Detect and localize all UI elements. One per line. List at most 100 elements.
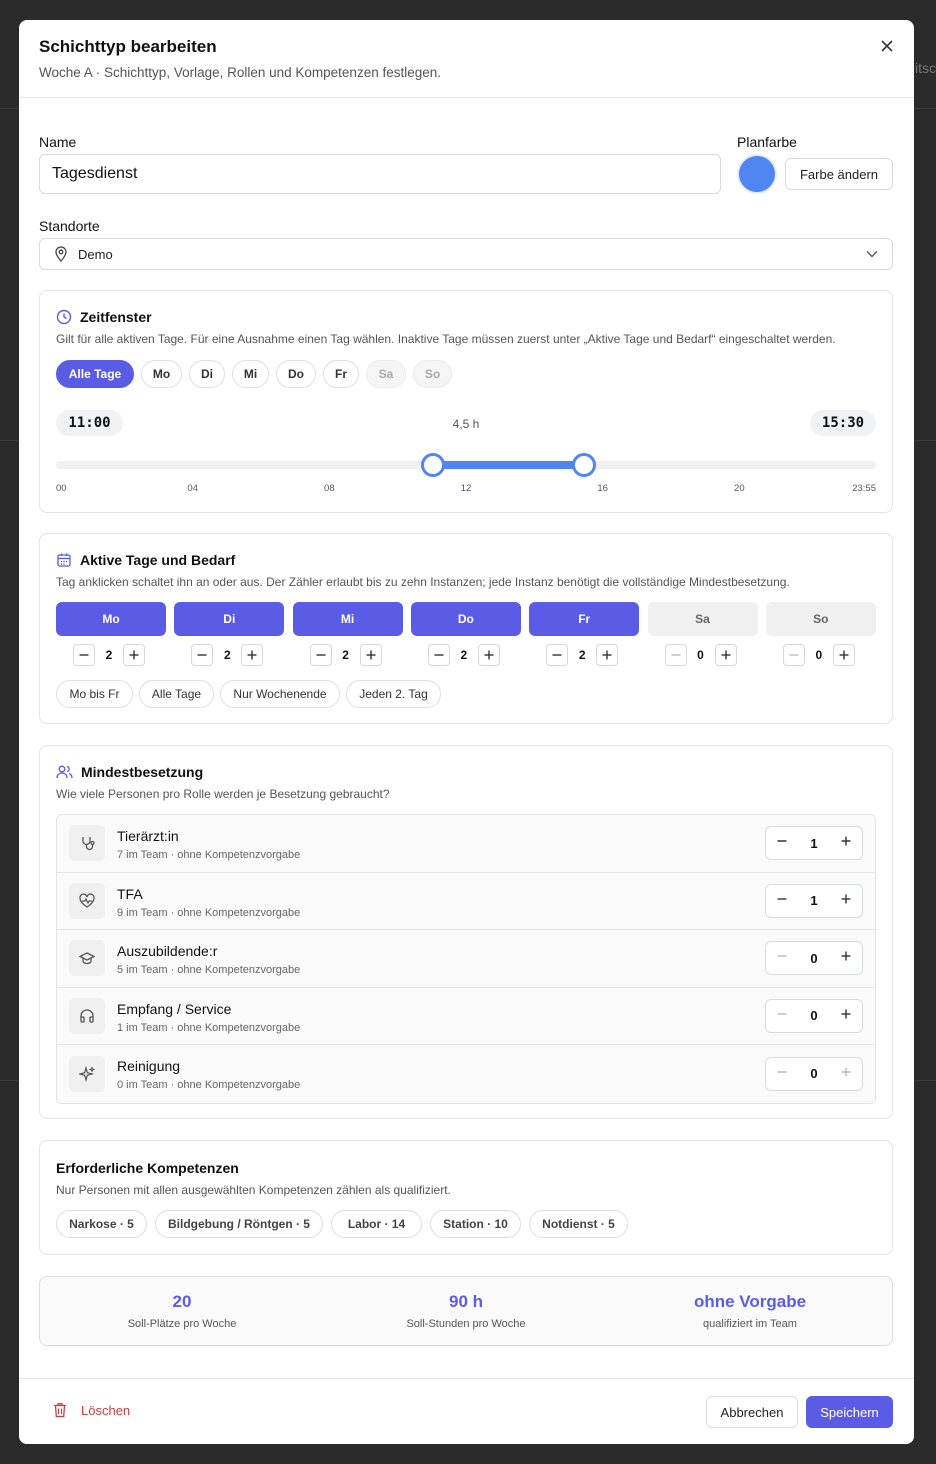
quick-select-mo-bis-fr[interactable]: Mo bis Fr xyxy=(56,680,133,708)
chevron-down-icon xyxy=(866,251,878,258)
decrement-button[interactable] xyxy=(776,892,788,910)
name-input[interactable]: Tagesdienst xyxy=(39,154,721,194)
day-filter-fr[interactable]: Fr xyxy=(323,360,359,388)
trash-icon xyxy=(54,1403,66,1418)
decrement-button[interactable] xyxy=(427,644,450,666)
locations-select[interactable]: Demo xyxy=(39,238,893,270)
competency-chip[interactable]: Notdienst · 5 xyxy=(529,1210,628,1238)
summary-stat-label: Soll-Plätze pro Woche xyxy=(127,1318,237,1330)
decrement-button[interactable] xyxy=(546,644,569,666)
day-filter-do[interactable]: Do xyxy=(276,360,316,388)
role-icon-box xyxy=(69,1055,105,1092)
day-filter-di[interactable]: Di xyxy=(189,360,225,388)
increment-button[interactable] xyxy=(359,644,382,666)
role-row: TFA 9 im Team · ohne Kompetenzvorgabe 1 xyxy=(57,872,875,930)
increment-button[interactable] xyxy=(840,892,852,910)
cancel-button[interactable]: Abbrechen xyxy=(706,1396,798,1428)
competency-chip[interactable]: Narkose · 5 xyxy=(56,1210,147,1238)
decrement-button[interactable] xyxy=(776,834,788,852)
plus-icon xyxy=(602,650,612,660)
plus-icon xyxy=(841,951,851,961)
day-count-stepper: 2 xyxy=(427,644,500,666)
minus-icon xyxy=(777,1071,787,1073)
role-count-stepper: 0 xyxy=(765,1056,863,1091)
role-count-value: 1 xyxy=(810,893,818,909)
day-filter-alle-tage[interactable]: Alle Tage xyxy=(56,360,134,388)
minus-icon xyxy=(197,654,207,656)
summary-stat-value: ohne Vorgabe xyxy=(693,1292,807,1311)
increment-button[interactable] xyxy=(840,1065,852,1083)
day-filter-so[interactable]: So xyxy=(413,360,452,388)
competency-chip[interactable]: Bildgebung / Röntgen · 5 xyxy=(155,1210,323,1238)
decrement-button[interactable] xyxy=(776,949,788,967)
summary-stats: 20 Soll-Plätze pro Woche 90 h Soll-Stunden … xyxy=(39,1276,893,1346)
time-slider-track[interactable] xyxy=(56,453,876,477)
role-team-info: 1 im Team · ohne Kompetenzvorgabe xyxy=(117,1021,301,1034)
time-window-description: Gilt für alle aktiven Tage. Für eine Aus… xyxy=(56,332,836,346)
decrement-button[interactable] xyxy=(776,1007,788,1025)
change-color-button[interactable]: Farbe ändern xyxy=(785,158,893,190)
quick-select-group: Mo bis Fr Alle Tage Nur Wochenende Jeden 2.… xyxy=(56,680,441,708)
sparkles-icon xyxy=(79,1065,95,1082)
role-row: Auszubildende:r 5 im Team · ohne Kompeten… xyxy=(57,930,875,988)
day-toggle-mo[interactable]: Mo xyxy=(56,602,166,636)
quick-select-jeden-2-tag[interactable]: Jeden 2. Tag xyxy=(346,680,441,708)
decrement-button[interactable] xyxy=(776,1065,788,1083)
minus-icon xyxy=(434,654,444,656)
day-count-stepper: 2 xyxy=(309,644,382,666)
increment-button[interactable] xyxy=(596,644,619,666)
minus-icon xyxy=(79,654,89,656)
role-icon-box xyxy=(69,882,105,919)
role-team-info: 9 im Team · ohne Kompetenzvorgabe xyxy=(117,906,301,919)
day-count-stepper: 0 xyxy=(782,644,855,666)
role-team-info: 7 im Team · ohne Kompetenzvorgabe xyxy=(117,849,301,861)
day-filter-mi[interactable]: Mi xyxy=(232,360,269,388)
plan-color-swatch[interactable] xyxy=(737,154,777,194)
role-count-stepper: 0 xyxy=(765,941,863,976)
day-filter-sa[interactable]: Sa xyxy=(366,360,406,388)
increment-button[interactable] xyxy=(832,644,855,666)
day-toggle-do[interactable]: Do xyxy=(410,602,521,636)
increment-button[interactable] xyxy=(241,644,264,666)
close-button[interactable] xyxy=(878,37,896,55)
time-tick: 12 xyxy=(460,483,472,494)
increment-button[interactable] xyxy=(123,644,145,666)
competencies-card: Erforderliche Kompetenzen Nur Personen m… xyxy=(39,1140,893,1255)
day-toggle-sa[interactable]: Sa xyxy=(647,602,758,636)
increment-button[interactable] xyxy=(714,644,737,666)
plus-icon xyxy=(839,650,849,660)
quick-select-alle-tage[interactable]: Alle Tage xyxy=(139,680,214,708)
role-name: TFA xyxy=(117,885,143,902)
increment-button[interactable] xyxy=(840,949,852,967)
end-time[interactable]: 15:30 xyxy=(810,410,876,436)
decrement-button[interactable] xyxy=(782,644,805,666)
end-handle[interactable] xyxy=(572,453,597,477)
staffing-card: Mindestbesetzung Wie viele Personen pro … xyxy=(39,745,893,1119)
increment-button[interactable] xyxy=(477,644,500,666)
staffing-title: Mindestbesetzung xyxy=(81,764,204,780)
day-toggle-mi[interactable]: Mi xyxy=(292,602,403,636)
day-count-value: 0 xyxy=(815,648,823,662)
day-toggle-so[interactable]: So xyxy=(765,602,876,636)
day-count-value: 2 xyxy=(105,648,113,662)
increment-button[interactable] xyxy=(840,1007,852,1025)
increment-button[interactable] xyxy=(840,834,852,852)
day-toggle-fr[interactable]: Fr xyxy=(529,602,640,636)
role-row: Reinigung 0 im Team · ohne Kompetenzvorga… xyxy=(57,1045,875,1103)
decrement-button[interactable] xyxy=(191,644,214,666)
save-button[interactable]: Speichern xyxy=(806,1396,893,1428)
competency-chip[interactable]: Labor · 14 xyxy=(331,1210,422,1238)
delete-button[interactable]: Löschen xyxy=(53,1402,130,1418)
plus-icon xyxy=(484,650,494,660)
plus-icon xyxy=(129,650,139,660)
decrement-button[interactable] xyxy=(664,644,687,666)
day-filter-mo[interactable]: Mo xyxy=(141,360,182,388)
quick-select-nur-wochenende[interactable]: Nur Wochenende xyxy=(220,680,340,708)
start-handle[interactable] xyxy=(421,453,446,477)
day-toggle-di[interactable]: Di xyxy=(174,602,285,636)
competency-chip[interactable]: Station · 10 xyxy=(430,1210,521,1238)
locations-label: Standorte xyxy=(39,218,100,234)
decrement-button[interactable] xyxy=(73,644,95,666)
decrement-button[interactable] xyxy=(309,644,332,666)
minus-icon xyxy=(777,955,787,957)
